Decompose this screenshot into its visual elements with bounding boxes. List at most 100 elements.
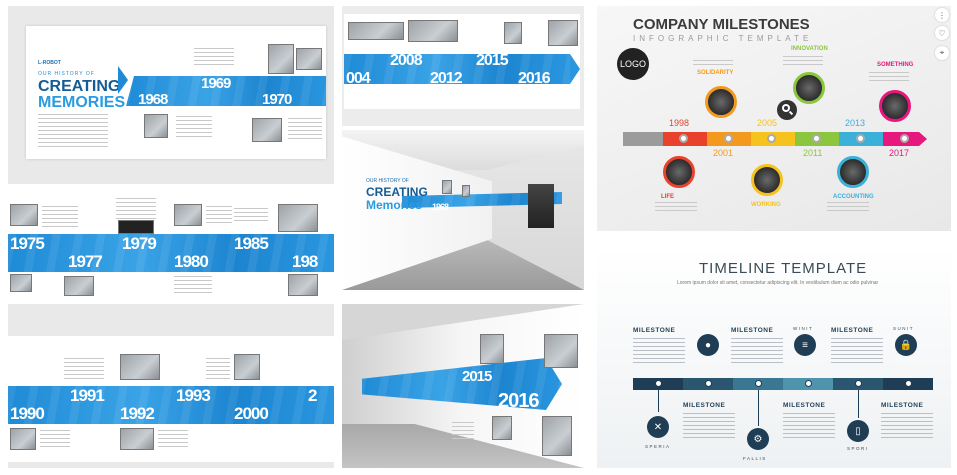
- middle-band: [8, 234, 334, 272]
- pin-icon[interactable]: ⌖: [935, 46, 949, 60]
- tt-cap-bot-3: SPORI: [847, 446, 869, 451]
- ms-year-2017: 2017: [889, 148, 910, 158]
- ms-label-life: LIFE: [661, 194, 674, 200]
- year-1977: 1977: [68, 252, 103, 271]
- milestones-title: COMPANY MILESTONES: [633, 16, 810, 33]
- band-arrow-left: [118, 66, 128, 94]
- bar-dot-2: [724, 134, 733, 143]
- mid-photo-1: [10, 204, 38, 226]
- tt-dot-2: [705, 380, 712, 387]
- bot-photo-4: [120, 428, 154, 450]
- years-card: 004 2008 2012 2015 2016: [344, 14, 580, 109]
- bottom-band: [8, 386, 334, 424]
- ms-text-5: [827, 202, 869, 214]
- hall-headline-1: CREATING: [366, 185, 428, 199]
- mid-photo-3: [174, 204, 202, 226]
- year-2-cut: 2: [308, 386, 318, 405]
- bot-photo-3: [10, 428, 36, 450]
- hall2-text: [452, 422, 474, 442]
- mid-photo-6: [64, 276, 94, 296]
- bot-photo-2: [234, 354, 260, 380]
- tt-cap-top-3: SUNIT: [893, 326, 914, 331]
- tt-cap-bot-2: FALLIS: [743, 456, 767, 461]
- bar-dot-3: [767, 134, 776, 143]
- bar-dot-5: [856, 134, 865, 143]
- panel-years-strip: 004 2008 2012 2015 2016: [342, 6, 584, 126]
- mid-text-1: [42, 206, 78, 230]
- strip-year-2015: 2015: [476, 52, 509, 69]
- tt-dot-3: [755, 380, 762, 387]
- zoom-button[interactable]: [777, 100, 797, 120]
- tt-stem-5: [858, 390, 859, 418]
- hall-photo-1: [442, 180, 452, 194]
- ms-year-2011: 2011: [803, 148, 823, 158]
- node-upper-1: [705, 86, 737, 118]
- mid-photo-7: [288, 274, 318, 296]
- heart-icon[interactable]: ♡: [935, 26, 949, 40]
- gear-icon: ⚙: [747, 428, 769, 450]
- tt-stem-1: [658, 390, 659, 412]
- bot-text-3: [40, 430, 70, 450]
- hall2-photo-1: [480, 334, 504, 364]
- bar-dot-6: [900, 134, 909, 143]
- node-lower-2: [751, 164, 783, 196]
- strip-arrow: [570, 54, 580, 84]
- year-1979: 1979: [122, 234, 157, 253]
- brand-logo: L-ROBOT: [38, 60, 61, 66]
- more-icon[interactable]: ⋮: [935, 8, 949, 22]
- logo-circle: LOGO: [617, 48, 649, 80]
- tt-text-bot-2: [783, 413, 835, 441]
- tablet-icon: ▯: [847, 420, 869, 442]
- strip-year-2016: 2016: [518, 70, 551, 87]
- story-text-1: [194, 48, 234, 66]
- strip-year-2012: 2012: [430, 70, 463, 87]
- tt-text-top-3: [831, 338, 883, 366]
- story-text-3: [288, 118, 322, 142]
- ms-label-accounting: ACCOUNTING: [833, 194, 874, 200]
- ms-label-something: SOMETHING: [877, 62, 914, 68]
- tt-title: TIMELINE TEMPLATE: [699, 260, 868, 277]
- year-1975: 1975: [10, 234, 45, 253]
- tt-milestone-top-1: MILESTONE: [633, 327, 676, 334]
- tt-text-bot-1: [683, 413, 735, 441]
- hall2-year-2016: 2016: [498, 390, 539, 412]
- users-icon: ●: [697, 334, 719, 356]
- mid-text-5: [174, 276, 212, 294]
- ms-year-2005: 2005: [757, 118, 778, 128]
- bottom-strip: 1990 1991 1992 1993 2000 2: [8, 336, 334, 462]
- year-1969: 1969: [201, 75, 231, 92]
- bar-dot-1: [679, 134, 688, 143]
- tt-milestone-bot-2: MILESTONE: [783, 402, 826, 409]
- year-1970: 1970: [262, 91, 292, 108]
- ms-text-1: [693, 60, 733, 68]
- doorway: [528, 184, 554, 228]
- ms-text-2: [783, 56, 823, 68]
- tt-milestone-top-2: MILESTONE: [731, 327, 774, 334]
- strip-year-2008: 2008: [390, 52, 423, 69]
- mid-photo-2: [118, 220, 154, 234]
- mid-photo-4: [278, 204, 318, 232]
- ms-year-2001: 2001: [713, 148, 734, 158]
- ms-label-innovation: INNOVATION: [791, 46, 828, 52]
- year-198-cut: 198: [292, 252, 318, 271]
- tt-dot-5: [855, 380, 862, 387]
- story-text-2: [176, 116, 212, 140]
- node-upper-2: [793, 72, 825, 104]
- hall-headline-2: Memories: [366, 198, 423, 212]
- bot-text-1: [64, 358, 104, 380]
- ms-year-2013: 2013: [845, 118, 866, 128]
- year-1968: 1968: [138, 91, 168, 108]
- photo-4: [252, 118, 282, 142]
- hall-year-1968: 1968: [432, 202, 449, 212]
- tt-dot-4: [805, 380, 812, 387]
- mid-photo-5: [10, 274, 32, 292]
- headline-small: OUR HISTORY OF: [38, 71, 95, 77]
- bot-text-2: [206, 358, 230, 380]
- panel-hallway-1: OUR HISTORY OF CREATING Memories 1968: [342, 130, 584, 290]
- search-icon-handle: [788, 110, 794, 116]
- hall2-photo-2: [544, 334, 578, 368]
- hall2-year-2015: 2015: [462, 368, 492, 385]
- mid-text-2: [116, 198, 156, 220]
- tt-dot-1: [655, 380, 662, 387]
- panel-creating-memories: L-ROBOT OUR HISTORY OF CREATING MEMORIES…: [8, 6, 334, 468]
